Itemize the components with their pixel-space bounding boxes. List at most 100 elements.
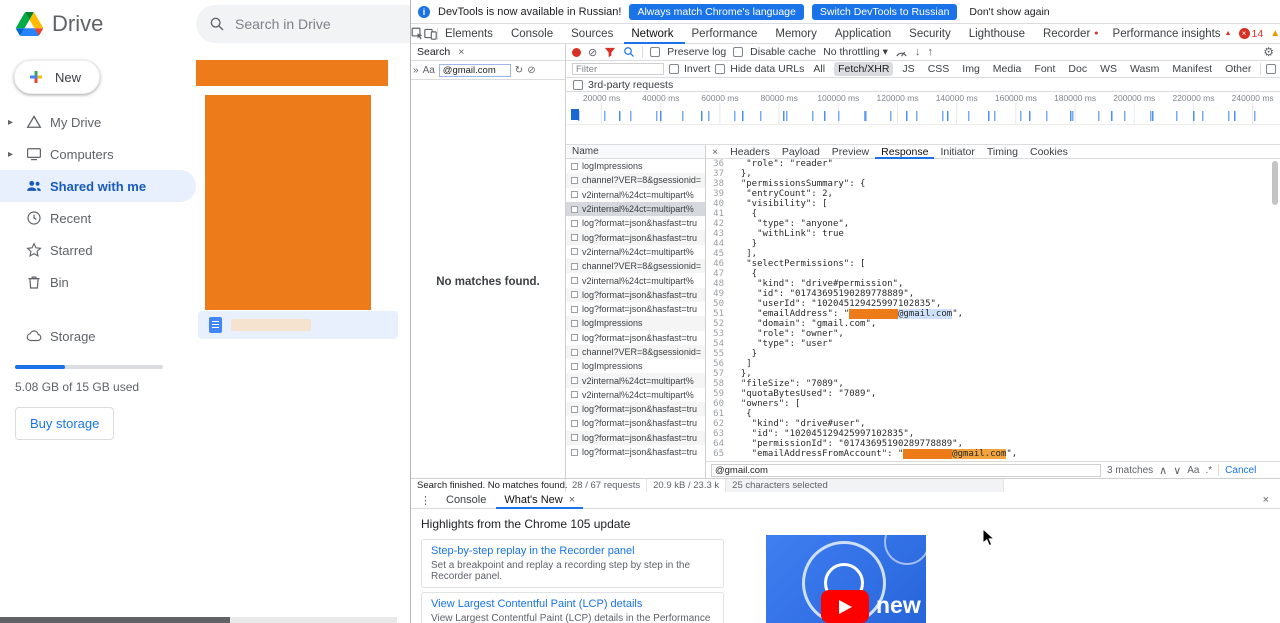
detail-tab[interactable]: Initiator (934, 145, 980, 159)
network-settings-gear-icon[interactable]: ⚙ (1263, 45, 1274, 59)
table-row[interactable]: v2internal%24ct=multipart% (566, 245, 705, 259)
find-match-case-toggle[interactable]: Aa (1187, 465, 1199, 476)
drive-logo[interactable]: Drive (0, 11, 103, 37)
find-cancel-button[interactable]: Cancel (1225, 465, 1256, 476)
table-row[interactable]: v2internal%24ct=multipart% (566, 373, 705, 388)
devtools-tab[interactable]: Performance (685, 24, 769, 44)
sidebar-item-storage[interactable]: Storage (0, 320, 196, 352)
request-type-filter[interactable]: Doc (1064, 62, 1091, 76)
devtools-tab[interactable]: Performance insights ▲ (1106, 24, 1239, 44)
timeline-selection-marker[interactable] (571, 109, 579, 120)
devtools-tab[interactable]: Sources (564, 24, 624, 44)
table-row[interactable]: v2internal%24ct=multipart% (566, 388, 705, 402)
warning-badge[interactable]: ▲1 (1270, 28, 1280, 40)
tab-console[interactable]: Console (438, 492, 494, 509)
previous-match-icon[interactable]: ∧ (1159, 464, 1167, 477)
table-row[interactable]: log?format=json&hasfast=tru (566, 287, 705, 302)
sidebar-item-bin[interactable]: Bin (0, 266, 196, 298)
request-type-filter[interactable]: Fetch/XHR (834, 62, 894, 76)
drive-search-bar[interactable] (196, 5, 410, 43)
table-row[interactable]: v2internal%24ct=multipart% (566, 273, 705, 287)
response-body-viewer[interactable]: 36 "role": "reader" 37 }, 38 "permission… (706, 159, 1280, 461)
timeline-band[interactable] (566, 103, 1280, 125)
new-button[interactable]: New (14, 60, 100, 94)
close-detail-icon[interactable]: × (706, 146, 724, 158)
sidebar-item-shared-with-me[interactable]: Shared with me (0, 170, 196, 202)
close-tab-icon[interactable]: × (569, 494, 575, 506)
clear-network-log-icon[interactable]: ⊘ (588, 46, 597, 59)
table-row[interactable]: logImpressions (566, 159, 705, 173)
record-button[interactable] (572, 47, 581, 57)
network-conditions-icon[interactable] (895, 47, 908, 58)
horizontal-scrollbar[interactable] (0, 617, 397, 623)
sidebar-item-starred[interactable]: Starred (0, 234, 196, 266)
request-type-filter[interactable]: WS (1096, 62, 1121, 76)
next-match-icon[interactable]: ∨ (1173, 464, 1181, 477)
table-row[interactable]: log?format=json&hasfast=tru (566, 216, 705, 230)
hide-data-urls-checkbox[interactable] (715, 64, 726, 74)
request-type-filter[interactable]: Font (1030, 62, 1059, 76)
export-har-icon[interactable]: ↑ (927, 46, 933, 58)
table-row[interactable]: channel?VER=8&gsessionid= (566, 259, 705, 274)
table-row[interactable]: logImpressions (566, 316, 705, 331)
third-party-checkbox[interactable] (573, 79, 583, 90)
always-match-language-button[interactable]: Always match Chrome's language (629, 3, 804, 20)
disable-cache-checkbox[interactable] (733, 47, 744, 57)
vertical-scrollbar-thumb[interactable] (1272, 161, 1278, 205)
table-row[interactable]: log?format=json&hasfast=tru (566, 430, 705, 445)
detail-tab[interactable]: Response (875, 145, 934, 159)
refresh-icon[interactable]: ↻ (515, 65, 523, 76)
preserve-log-checkbox[interactable] (650, 47, 661, 57)
request-type-filter[interactable]: All (809, 62, 829, 76)
sidebar-item-recent[interactable]: Recent (0, 202, 196, 234)
card-title-link[interactable]: Step-by-step replay in the Recorder pane… (431, 545, 714, 557)
requests-count-status[interactable]: 28 / 67 requests (566, 479, 648, 492)
youtube-play-icon[interactable] (821, 590, 869, 623)
table-row[interactable]: log?format=json&hasfast=tru (566, 302, 705, 316)
search-query-input[interactable] (438, 63, 511, 77)
expand-chevrons-icon[interactable]: » (413, 65, 419, 76)
request-type-filter[interactable]: Other (1221, 62, 1255, 76)
request-type-filter[interactable]: CSS (924, 62, 954, 76)
close-drawer-icon[interactable]: × (1263, 494, 1276, 506)
switch-to-russian-button[interactable]: Switch DevTools to Russian (811, 3, 958, 20)
search-network-icon[interactable] (623, 46, 635, 58)
table-row[interactable]: v2internal%24ct=multipart% (566, 201, 705, 217)
inspect-element-icon[interactable] (411, 27, 424, 40)
import-har-icon[interactable]: ↓ (915, 46, 921, 58)
devtools-tab[interactable]: Elements (438, 24, 504, 44)
horizontal-scrollbar-thumb[interactable] (0, 617, 230, 623)
requests-name-header[interactable]: Name (566, 145, 705, 159)
table-row[interactable]: log?format=json&hasfast=tru (566, 445, 705, 459)
table-row[interactable]: log?format=json&hasfast=tru (566, 416, 705, 430)
detail-tab[interactable]: Preview (826, 145, 875, 159)
has-blocked-cookies-checkbox[interactable] (1266, 64, 1277, 74)
dont-show-again-button[interactable]: Don't show again (969, 6, 1049, 18)
card-title-link[interactable]: View Largest Contentful Paint (LCP) deta… (431, 598, 714, 610)
table-row[interactable]: log?format=json&hasfast=tru (566, 331, 705, 345)
detail-tab[interactable]: Cookies (1024, 145, 1074, 159)
tab-whats-new[interactable]: What's New × (496, 492, 583, 509)
find-regex-toggle[interactable]: .* (1206, 465, 1213, 476)
devtools-tab[interactable]: Application (828, 24, 902, 44)
detail-tab[interactable]: Payload (776, 145, 826, 159)
network-timeline-overview[interactable]: 20000 ms 40000 ms 60000 ms 80000 ms 1000… (566, 92, 1280, 145)
drive-search-input[interactable] (235, 16, 385, 32)
find-input[interactable] (711, 463, 1101, 477)
close-icon[interactable]: × (458, 46, 464, 58)
table-row[interactable]: v2internal%24ct=multipart% (566, 188, 705, 202)
drawer-kebab-menu-icon[interactable]: ⋮ (415, 494, 436, 507)
request-type-filter[interactable]: Wasm (1126, 62, 1163, 76)
chevron-right-icon[interactable]: ▸ (8, 149, 13, 160)
devtools-tab[interactable]: Lighthouse (962, 24, 1036, 44)
buy-storage-button[interactable]: Buy storage (15, 407, 115, 440)
request-type-filter[interactable]: Img (958, 62, 984, 76)
filter-input[interactable] (572, 63, 664, 75)
whats-new-promo-image[interactable]: new (766, 535, 926, 623)
invert-checkbox[interactable] (669, 64, 679, 74)
detail-tab[interactable]: Timing (981, 145, 1024, 159)
match-case-toggle[interactable]: Aa (423, 65, 435, 76)
table-row[interactable]: log?format=json&hasfast=tru (566, 402, 705, 417)
detail-tab[interactable]: Headers (724, 145, 776, 159)
request-type-filter[interactable]: JS (898, 62, 918, 76)
